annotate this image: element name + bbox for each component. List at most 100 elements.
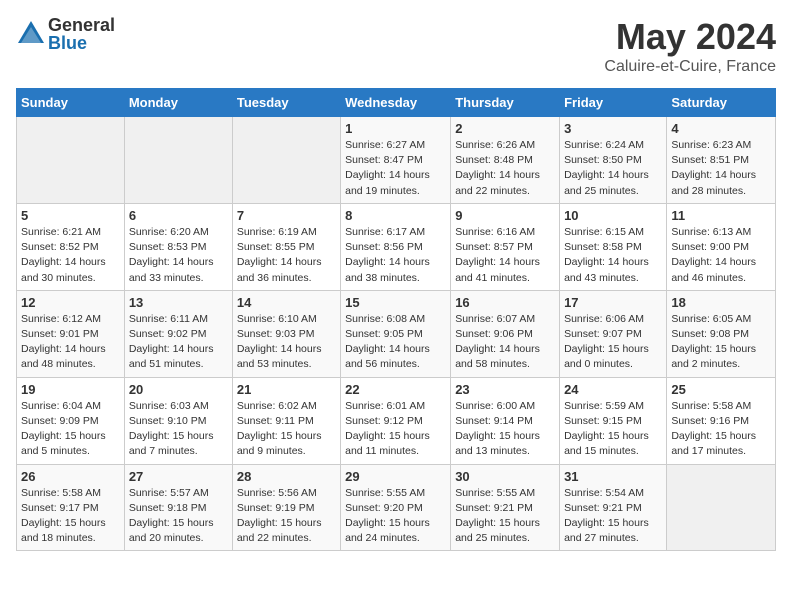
day-number: 27 [129, 469, 228, 484]
day-cell: 30 Sunrise: 5:55 AM Sunset: 9:21 PM Dayli… [451, 464, 560, 551]
day-cell: 3 Sunrise: 6:24 AM Sunset: 8:50 PM Daylig… [560, 117, 667, 204]
header-cell-friday: Friday [560, 89, 667, 117]
day-detail: Sunrise: 5:55 AM Sunset: 9:20 PM Dayligh… [345, 486, 446, 547]
day-detail: Sunrise: 6:15 AM Sunset: 8:58 PM Dayligh… [564, 225, 662, 286]
calendar-table: SundayMondayTuesdayWednesdayThursdayFrid… [16, 88, 776, 551]
day-cell: 17Sunrise: 6:06 AM Sunset: 9:07 PM Dayli… [560, 290, 667, 377]
day-detail: Sunrise: 6:01 AM Sunset: 9:12 PM Dayligh… [345, 399, 446, 460]
day-cell: 9 Sunrise: 6:16 AM Sunset: 8:57 PM Daylig… [451, 203, 560, 290]
logo-blue: Blue [48, 34, 115, 52]
day-detail: Sunrise: 6:04 AM Sunset: 9:09 PM Dayligh… [21, 399, 120, 460]
day-number: 18 [671, 295, 771, 310]
day-number: 8 [345, 208, 446, 223]
day-cell: 4Sunrise: 6:23 AM Sunset: 8:51 PM Daylig… [667, 117, 776, 204]
day-detail: Sunrise: 6:11 AM Sunset: 9:02 PM Dayligh… [129, 312, 228, 373]
day-detail: Sunrise: 6:24 AM Sunset: 8:50 PM Dayligh… [564, 138, 662, 199]
day-cell: 10 Sunrise: 6:15 AM Sunset: 8:58 PM Dayli… [560, 203, 667, 290]
day-number: 13 [129, 295, 228, 310]
day-detail: Sunrise: 6:20 AM Sunset: 8:53 PM Dayligh… [129, 225, 228, 286]
day-number: 30 [455, 469, 555, 484]
day-detail: Sunrise: 6:03 AM Sunset: 9:10 PM Dayligh… [129, 399, 228, 460]
day-cell: 29 Sunrise: 5:55 AM Sunset: 9:20 PM Dayli… [341, 464, 451, 551]
day-detail: Sunrise: 5:58 AM Sunset: 9:17 PM Dayligh… [21, 486, 120, 547]
day-number: 10 [564, 208, 662, 223]
week-row-2: 5 Sunrise: 6:21 AM Sunset: 8:52 PM Daylig… [17, 203, 776, 290]
day-cell: 22 Sunrise: 6:01 AM Sunset: 9:12 PM Dayli… [341, 377, 451, 464]
day-number: 29 [345, 469, 446, 484]
logo-icon [16, 19, 46, 49]
header-cell-thursday: Thursday [451, 89, 560, 117]
day-cell: 19 Sunrise: 6:04 AM Sunset: 9:09 PM Dayli… [17, 377, 125, 464]
day-number: 21 [237, 382, 336, 397]
day-detail: Sunrise: 6:19 AM Sunset: 8:55 PM Dayligh… [237, 225, 336, 286]
day-cell: 27 Sunrise: 5:57 AM Sunset: 9:18 PM Dayli… [124, 464, 232, 551]
day-number: 25 [671, 382, 771, 397]
day-cell: 8 Sunrise: 6:17 AM Sunset: 8:56 PM Daylig… [341, 203, 451, 290]
day-detail: Sunrise: 5:59 AM Sunset: 9:15 PM Dayligh… [564, 399, 662, 460]
calendar-location: Caluire-et-Cuire, France [604, 58, 776, 76]
day-detail: Sunrise: 6:12 AM Sunset: 9:01 PM Dayligh… [21, 312, 120, 373]
title-block: May 2024 Caluire-et-Cuire, France [604, 16, 776, 76]
header-row: SundayMondayTuesdayWednesdayThursdayFrid… [17, 89, 776, 117]
day-number: 20 [129, 382, 228, 397]
day-detail: Sunrise: 5:55 AM Sunset: 9:21 PM Dayligh… [455, 486, 555, 547]
day-detail: Sunrise: 6:07 AM Sunset: 9:06 PM Dayligh… [455, 312, 555, 373]
day-detail: Sunrise: 6:16 AM Sunset: 8:57 PM Dayligh… [455, 225, 555, 286]
day-cell: 13 Sunrise: 6:11 AM Sunset: 9:02 PM Dayli… [124, 290, 232, 377]
day-number: 23 [455, 382, 555, 397]
day-detail: Sunrise: 6:00 AM Sunset: 9:14 PM Dayligh… [455, 399, 555, 460]
calendar-body: 1Sunrise: 6:27 AM Sunset: 8:47 PM Daylig… [17, 117, 776, 551]
week-row-3: 12Sunrise: 6:12 AM Sunset: 9:01 PM Dayli… [17, 290, 776, 377]
day-detail: Sunrise: 5:56 AM Sunset: 9:19 PM Dayligh… [237, 486, 336, 547]
day-number: 31 [564, 469, 662, 484]
day-number: 4 [671, 121, 771, 136]
day-cell: 2 Sunrise: 6:26 AM Sunset: 8:48 PM Daylig… [451, 117, 560, 204]
header-cell-monday: Monday [124, 89, 232, 117]
day-number: 9 [455, 208, 555, 223]
day-detail: Sunrise: 6:05 AM Sunset: 9:08 PM Dayligh… [671, 312, 771, 373]
header-cell-saturday: Saturday [667, 89, 776, 117]
day-cell: 11Sunrise: 6:13 AM Sunset: 9:00 PM Dayli… [667, 203, 776, 290]
day-detail: Sunrise: 6:06 AM Sunset: 9:07 PM Dayligh… [564, 312, 662, 373]
day-cell [17, 117, 125, 204]
calendar-header: SundayMondayTuesdayWednesdayThursdayFrid… [17, 89, 776, 117]
day-cell: 16 Sunrise: 6:07 AM Sunset: 9:06 PM Dayli… [451, 290, 560, 377]
day-detail: Sunrise: 6:27 AM Sunset: 8:47 PM Dayligh… [345, 138, 446, 199]
day-number: 19 [21, 382, 120, 397]
header-cell-wednesday: Wednesday [341, 89, 451, 117]
day-cell: 21 Sunrise: 6:02 AM Sunset: 9:11 PM Dayli… [232, 377, 340, 464]
day-cell: 26 Sunrise: 5:58 AM Sunset: 9:17 PM Dayli… [17, 464, 125, 551]
day-cell: 18 Sunrise: 6:05 AM Sunset: 9:08 PM Dayli… [667, 290, 776, 377]
day-detail: Sunrise: 6:02 AM Sunset: 9:11 PM Dayligh… [237, 399, 336, 460]
week-row-4: 19 Sunrise: 6:04 AM Sunset: 9:09 PM Dayli… [17, 377, 776, 464]
day-number: 15 [345, 295, 446, 310]
day-number: 24 [564, 382, 662, 397]
day-number: 14 [237, 295, 336, 310]
day-detail: Sunrise: 6:26 AM Sunset: 8:48 PM Dayligh… [455, 138, 555, 199]
day-detail: Sunrise: 5:54 AM Sunset: 9:21 PM Dayligh… [564, 486, 662, 547]
day-cell: 23 Sunrise: 6:00 AM Sunset: 9:14 PM Dayli… [451, 377, 560, 464]
day-cell: 12Sunrise: 6:12 AM Sunset: 9:01 PM Dayli… [17, 290, 125, 377]
day-number: 5 [21, 208, 120, 223]
week-row-1: 1Sunrise: 6:27 AM Sunset: 8:47 PM Daylig… [17, 117, 776, 204]
day-number: 22 [345, 382, 446, 397]
day-detail: Sunrise: 5:57 AM Sunset: 9:18 PM Dayligh… [129, 486, 228, 547]
day-detail: Sunrise: 6:21 AM Sunset: 8:52 PM Dayligh… [21, 225, 120, 286]
day-cell: 20 Sunrise: 6:03 AM Sunset: 9:10 PM Dayli… [124, 377, 232, 464]
day-detail: Sunrise: 6:17 AM Sunset: 8:56 PM Dayligh… [345, 225, 446, 286]
day-number: 6 [129, 208, 228, 223]
day-number: 2 [455, 121, 555, 136]
day-number: 3 [564, 121, 662, 136]
day-number: 26 [21, 469, 120, 484]
logo: General Blue [16, 16, 115, 52]
day-number: 7 [237, 208, 336, 223]
day-cell [124, 117, 232, 204]
day-cell: 31 Sunrise: 5:54 AM Sunset: 9:21 PM Dayli… [560, 464, 667, 551]
day-cell: 6 Sunrise: 6:20 AM Sunset: 8:53 PM Daylig… [124, 203, 232, 290]
day-cell: 24 Sunrise: 5:59 AM Sunset: 9:15 PM Dayli… [560, 377, 667, 464]
header-cell-tuesday: Tuesday [232, 89, 340, 117]
logo-text: General Blue [48, 16, 115, 52]
day-number: 16 [455, 295, 555, 310]
day-detail: Sunrise: 5:58 AM Sunset: 9:16 PM Dayligh… [671, 399, 771, 460]
day-cell: 25 Sunrise: 5:58 AM Sunset: 9:16 PM Dayli… [667, 377, 776, 464]
